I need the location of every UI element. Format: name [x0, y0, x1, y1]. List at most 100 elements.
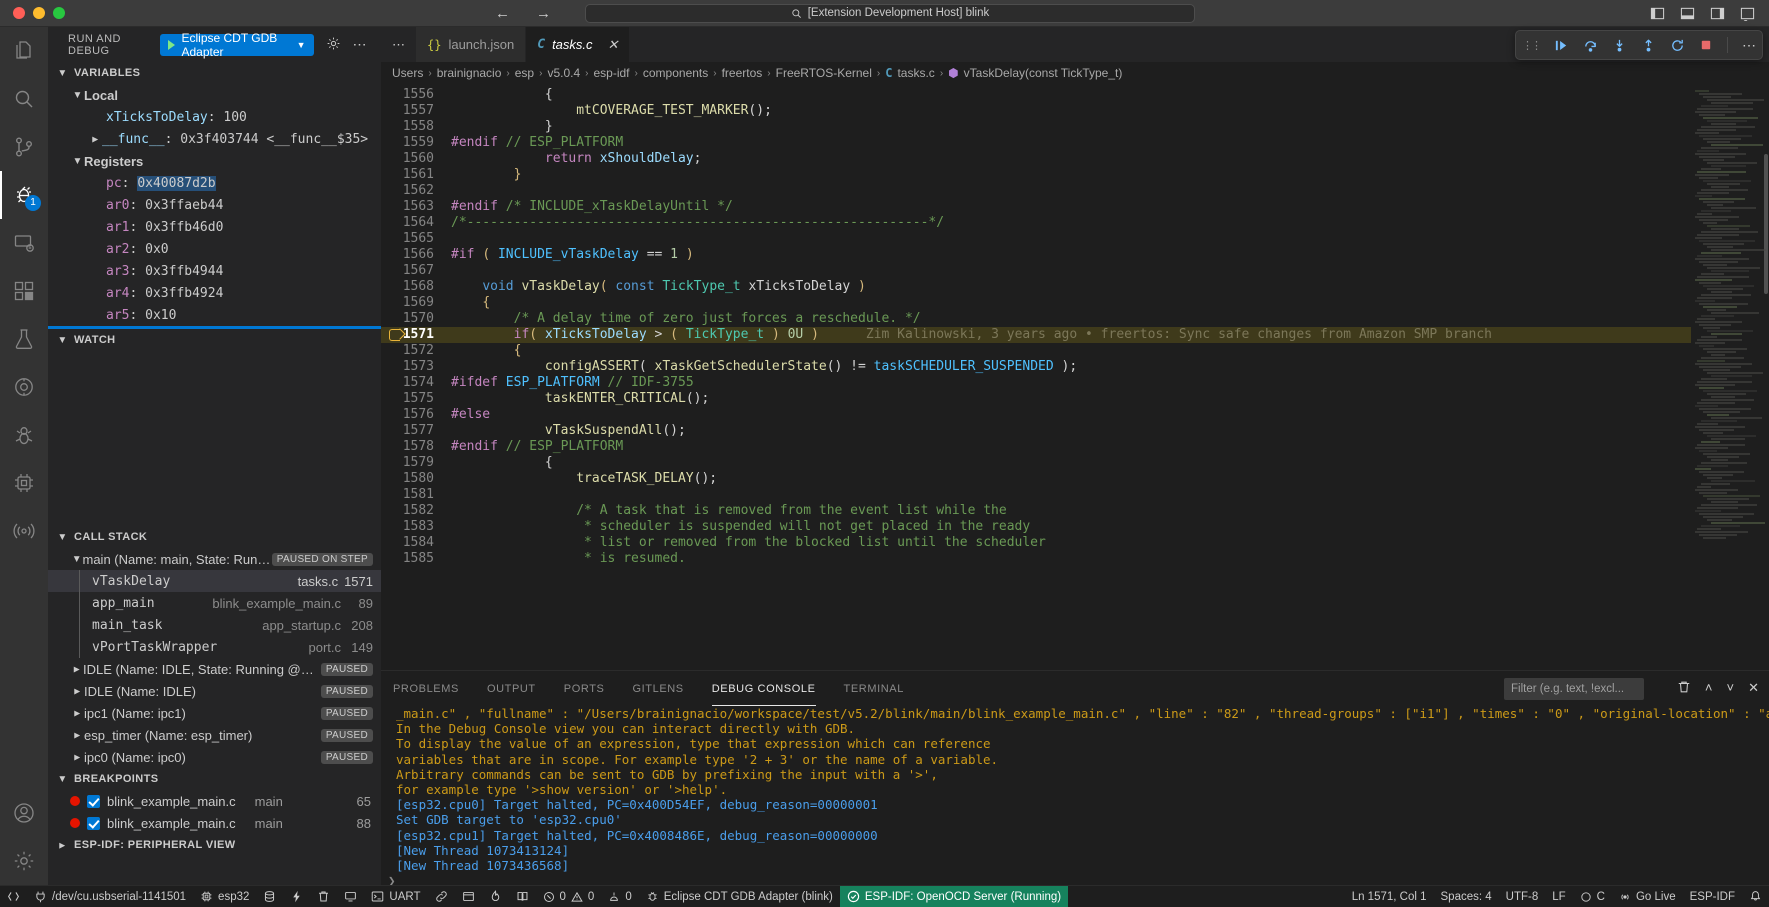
breadcrumb-item[interactable]: v5.0.4	[547, 66, 580, 80]
status-encoding[interactable]: UTF-8	[1499, 886, 1546, 907]
line-number[interactable]: 1584	[381, 535, 443, 551]
breakpoint-row[interactable]: blink_example_main.c main 65	[48, 790, 381, 812]
line-number[interactable]: 1564	[381, 215, 443, 231]
status-flash-button[interactable]	[283, 886, 310, 907]
launch-configuration-selector[interactable]: Eclipse CDT GDB Adapter ▼	[160, 34, 314, 56]
status-serial-port[interactable]: /dev/cu.usbserial-1141501	[27, 886, 193, 907]
code-line[interactable]	[443, 183, 1691, 199]
minimap[interactable]	[1691, 84, 1769, 670]
code-line[interactable]: }	[443, 167, 1691, 183]
code-line[interactable]: #endif // ESP_PLATFORM	[443, 135, 1691, 151]
minimap-scrollbar-thumb[interactable]	[1764, 154, 1768, 294]
step-into-button[interactable]	[1612, 38, 1627, 53]
line-number[interactable]: 1558	[381, 119, 443, 135]
status-problems[interactable]: 0 0	[536, 886, 602, 907]
toggle-secondary-sidebar-icon[interactable]	[1710, 6, 1725, 21]
console-filter-input[interactable]: Filter (e.g. text, !excl...	[1504, 678, 1644, 700]
breadcrumb-item[interactable]: components	[643, 66, 708, 80]
register-row[interactable]: ar0: 0x3ffaeb44	[48, 194, 381, 216]
activity-item-extensions[interactable]	[0, 267, 48, 315]
status-notifications[interactable]	[1742, 886, 1769, 907]
thread-row[interactable]: ▼ ipc1 (Name: ipc1) PAUSED	[48, 702, 381, 724]
code-line[interactable]: * scheduler is suspended will not get pl…	[443, 519, 1691, 535]
activity-item-remote-explorer[interactable]	[0, 219, 48, 267]
status-openocd-server[interactable]: ESP-IDF: OpenOCD Server (Running)	[840, 886, 1068, 907]
code-line[interactable]	[443, 231, 1691, 247]
line-number[interactable]: 1568	[381, 279, 443, 295]
stack-frame-row[interactable]: app_main blink_example_main.c 89	[48, 592, 381, 614]
code-line[interactable]: {	[443, 455, 1691, 471]
call-stack-section-header[interactable]: ▼ CALL STACK	[48, 526, 381, 548]
activity-item-rainbow[interactable]	[0, 507, 48, 555]
peripheral-view-section-header[interactable]: ▼ ESP-IDF: PERIPHERAL VIEW	[48, 834, 381, 856]
breadcrumb-item[interactable]: FreeRTOS-Kernel	[776, 66, 872, 80]
line-number[interactable]: 1579	[381, 455, 443, 471]
register-row[interactable]: ar2: 0x0	[48, 238, 381, 260]
chevron-up-icon[interactable]: ˄	[1705, 680, 1713, 697]
line-number[interactable]: 1556	[381, 87, 443, 103]
chevron-down-icon[interactable]: ▼	[71, 554, 83, 565]
register-row[interactable]: ar4: 0x3ffb4924	[48, 282, 381, 304]
watch-section-header[interactable]: ▼ WATCH	[48, 329, 381, 351]
line-number[interactable]: 1565	[381, 231, 443, 247]
status-open-monitor[interactable]	[455, 886, 482, 907]
code-line[interactable]: #endif // ESP_PLATFORM	[443, 439, 1691, 455]
customize-layout-icon[interactable]	[1740, 6, 1755, 21]
activity-item-run-and-debug[interactable]: 1	[0, 171, 48, 219]
stack-frame-row[interactable]: vTaskDelay tasks.c 1571	[48, 570, 381, 592]
breadcrumb-item[interactable]: esp-idf	[594, 66, 630, 80]
line-number[interactable]: 1575	[381, 391, 443, 407]
breadcrumb-item[interactable]: tasks.c	[897, 66, 934, 80]
variables-group-registers[interactable]: ▼ Registers	[48, 150, 381, 172]
maximize-window-button[interactable]	[53, 7, 65, 19]
code-line[interactable]: configASSERT( xTaskGetSchedulerState() !…	[443, 359, 1691, 375]
status-build-button[interactable]	[256, 886, 283, 907]
code-line[interactable]: {	[443, 295, 1691, 311]
thread-row[interactable]: ▼ ipc0 (Name: ipc0) PAUSED	[48, 746, 381, 768]
stack-frame-row[interactable]: vPortTaskWrapper port.c 149	[48, 636, 381, 658]
stack-frame-row[interactable]: main_task app_startup.c 208	[48, 614, 381, 636]
minimize-window-button[interactable]	[33, 7, 45, 19]
line-number[interactable]: 1559	[381, 135, 443, 151]
code-line[interactable]: /* A task that is removed from the event…	[443, 503, 1691, 519]
code-content[interactable]: { mtCOVERAGE_TEST_MARKER(); }#endif // E…	[443, 84, 1691, 670]
code-line[interactable]: traceTASK_DELAY();	[443, 471, 1691, 487]
line-number[interactable]: 1580	[381, 471, 443, 487]
code-line[interactable]	[443, 263, 1691, 279]
breakpoints-section-header[interactable]: ▼ BREAKPOINTS	[48, 768, 381, 790]
toggle-primary-sidebar-icon[interactable]	[1650, 6, 1665, 21]
code-line[interactable]: taskENTER_CRITICAL();	[443, 391, 1691, 407]
line-number[interactable]: 1560	[381, 151, 443, 167]
status-indentation[interactable]: Spaces: 4	[1434, 886, 1499, 907]
minimap-slider[interactable]	[1764, 84, 1769, 670]
tab-terminal[interactable]: TERMINAL	[844, 671, 904, 706]
breadcrumb-item[interactable]: esp	[515, 66, 534, 80]
code-line[interactable]: void vTaskDelay( const TickType_t xTicks…	[443, 279, 1691, 295]
status-debug-session[interactable]: Eclipse CDT GDB Adapter (blink)	[639, 886, 840, 907]
status-monitor-device[interactable]	[337, 886, 364, 907]
code-line[interactable]	[443, 487, 1691, 503]
line-number[interactable]: 1561	[381, 167, 443, 183]
close-window-button[interactable]	[13, 7, 25, 19]
status-eol[interactable]: LF	[1545, 886, 1572, 907]
layout-controls[interactable]	[1650, 6, 1755, 21]
close-icon[interactable]: ✕	[608, 37, 619, 53]
status-erase-button[interactable]	[310, 886, 337, 907]
activity-item-explorer[interactable]	[0, 27, 48, 75]
code-line[interactable]: * is resumed.	[443, 551, 1691, 567]
status-language-mode[interactable]: C	[1573, 886, 1612, 907]
activity-bar[interactable]: 1	[0, 27, 48, 885]
variables-section-header[interactable]: ▼ VARIABLES	[48, 62, 381, 84]
step-out-button[interactable]	[1641, 38, 1656, 53]
code-line[interactable]: #endif /* INCLUDE_xTaskDelayUntil */	[443, 199, 1691, 215]
chevron-right-icon[interactable]: ▼	[72, 751, 83, 764]
clear-console-icon[interactable]	[1677, 680, 1691, 697]
chevron-right-icon[interactable]: ▼	[72, 707, 83, 720]
code-line[interactable]: #else	[443, 407, 1691, 423]
tab-tasks-c[interactable]: C tasks.c ✕	[526, 27, 630, 62]
start-debugging-icon[interactable]	[168, 40, 175, 50]
breadcrumb-item[interactable]: Users	[392, 66, 423, 80]
status-idf-doc[interactable]	[509, 886, 536, 907]
line-number[interactable]: 1573	[381, 359, 443, 375]
line-number[interactable]: 1567	[381, 263, 443, 279]
